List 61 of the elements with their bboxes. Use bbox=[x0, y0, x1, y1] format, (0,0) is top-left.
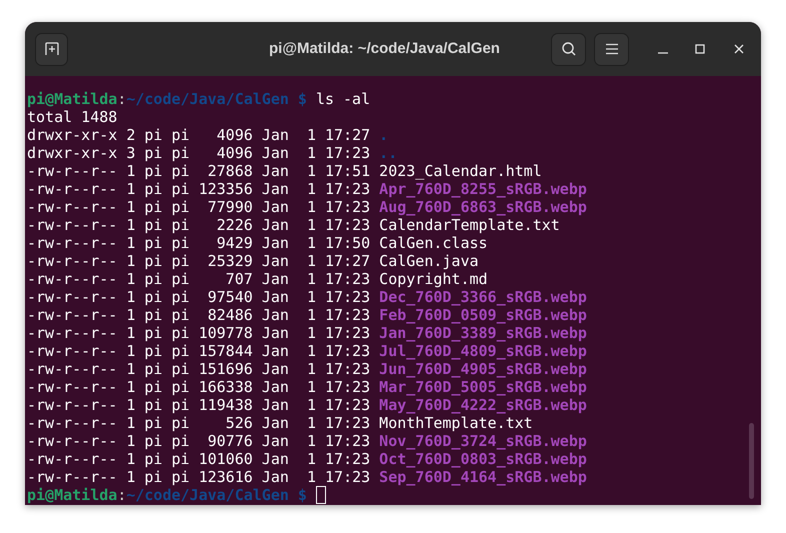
maximize-icon bbox=[695, 44, 705, 54]
file-name: .. bbox=[379, 144, 398, 162]
search-button[interactable] bbox=[551, 32, 586, 66]
file-details: -rw-r--r-- 1 pi pi 2226 Jan 1 17:23 bbox=[27, 216, 370, 234]
file-name: Copyright.md bbox=[379, 270, 488, 288]
file-name: Aug_760D_6863_sRGB.webp bbox=[379, 198, 587, 216]
prompt-user: pi@Matilda bbox=[27, 486, 118, 504]
file-details: -rw-r--r-- 1 pi pi 82486 Jan 1 17:23 bbox=[27, 306, 370, 324]
file-details: -rw-r--r-- 1 pi pi 151696 Jan 1 17:23 bbox=[27, 360, 370, 378]
menu-button[interactable] bbox=[594, 32, 629, 66]
file-details: -rw-r--r-- 1 pi pi 119438 Jan 1 17:23 bbox=[27, 396, 370, 414]
file-details: -rw-r--r-- 1 pi pi 123616 Jan 1 17:23 bbox=[27, 468, 370, 486]
new-tab-icon bbox=[44, 41, 60, 57]
file-name: Mar_760D_5005_sRGB.webp bbox=[379, 378, 587, 396]
prompt-separator: : bbox=[117, 486, 126, 504]
file-name: Sep_760D_4164_sRGB.webp bbox=[379, 468, 587, 486]
search-icon bbox=[560, 41, 576, 57]
prompt-user: pi@Matilda bbox=[27, 90, 118, 108]
file-details: -rw-r--r-- 1 pi pi 97540 Jan 1 17:23 bbox=[27, 288, 370, 306]
file-details: -rw-r--r-- 1 pi pi 109778 Jan 1 17:23 bbox=[27, 324, 370, 342]
file-name: Jun_760D_4905_sRGB.webp bbox=[379, 360, 587, 378]
prompt-symbol: $ bbox=[298, 90, 307, 108]
file-details: -rw-r--r-- 1 pi pi 101060 Jan 1 17:23 bbox=[27, 450, 370, 468]
file-details: -rw-r--r-- 1 pi pi 90776 Jan 1 17:23 bbox=[27, 432, 370, 450]
total-line: total 1488 bbox=[27, 108, 118, 126]
file-name: Nov_760D_3724_sRGB.webp bbox=[379, 432, 587, 450]
command-text: ls -al bbox=[316, 90, 370, 108]
file-name: Dec_760D_3366_sRGB.webp bbox=[379, 288, 587, 306]
file-name: CalendarTemplate.txt bbox=[379, 216, 560, 234]
prompt-path: ~/code/Java/CalGen bbox=[126, 90, 289, 108]
file-name: Jul_760D_4809_sRGB.webp bbox=[379, 342, 587, 360]
file-name: . bbox=[379, 126, 388, 144]
file-details: -rw-r--r-- 1 pi pi 9429 Jan 1 17:50 bbox=[27, 234, 370, 252]
file-name: Feb_760D_0509_sRGB.webp bbox=[379, 306, 587, 324]
prompt-symbol: $ bbox=[298, 486, 307, 504]
file-details: -rw-r--r-- 1 pi pi 27868 Jan 1 17:51 bbox=[27, 162, 370, 180]
file-name: May_760D_4222_sRGB.webp bbox=[379, 396, 587, 414]
file-name: CalGen.java bbox=[379, 252, 479, 270]
file-name: 2023_Calendar.html bbox=[379, 162, 542, 180]
file-details: -rw-r--r-- 1 pi pi 157844 Jan 1 17:23 bbox=[27, 342, 370, 360]
file-name: Oct_760D_0803_sRGB.webp bbox=[379, 450, 587, 468]
prompt-path: ~/code/Java/CalGen bbox=[126, 486, 289, 504]
file-details: drwxr-xr-x 2 pi pi 4096 Jan 1 17:27 bbox=[27, 126, 370, 144]
file-details: drwxr-xr-x 3 pi pi 4096 Jan 1 17:23 bbox=[27, 144, 370, 162]
file-name: Jan_760D_3389_sRGB.webp bbox=[379, 324, 587, 342]
window-title: pi@Matilda: ~/code/Java/CalGen bbox=[269, 38, 500, 59]
file-name: MonthTemplate.txt bbox=[379, 414, 533, 432]
scrollbar-thumb[interactable] bbox=[749, 423, 754, 499]
file-details: -rw-r--r-- 1 pi pi 166338 Jan 1 17:23 bbox=[27, 378, 370, 396]
close-icon bbox=[734, 44, 744, 54]
file-details: -rw-r--r-- 1 pi pi 25329 Jan 1 17:27 bbox=[27, 252, 370, 270]
file-details: -rw-r--r-- 1 pi pi 526 Jan 1 17:23 bbox=[27, 414, 370, 432]
new-tab-button[interactable] bbox=[35, 32, 68, 66]
file-details: -rw-r--r-- 1 pi pi 77990 Jan 1 17:23 bbox=[27, 198, 370, 216]
prompt-separator: : bbox=[117, 90, 126, 108]
file-details: -rw-r--r-- 1 pi pi 123356 Jan 1 17:23 bbox=[27, 180, 370, 198]
file-details: -rw-r--r-- 1 pi pi 707 Jan 1 17:23 bbox=[27, 270, 370, 288]
file-name: Apr_760D_8255_sRGB.webp bbox=[379, 180, 587, 198]
file-name: CalGen.class bbox=[379, 234, 488, 252]
menu-icon bbox=[604, 43, 618, 55]
minimize-icon bbox=[658, 52, 668, 54]
